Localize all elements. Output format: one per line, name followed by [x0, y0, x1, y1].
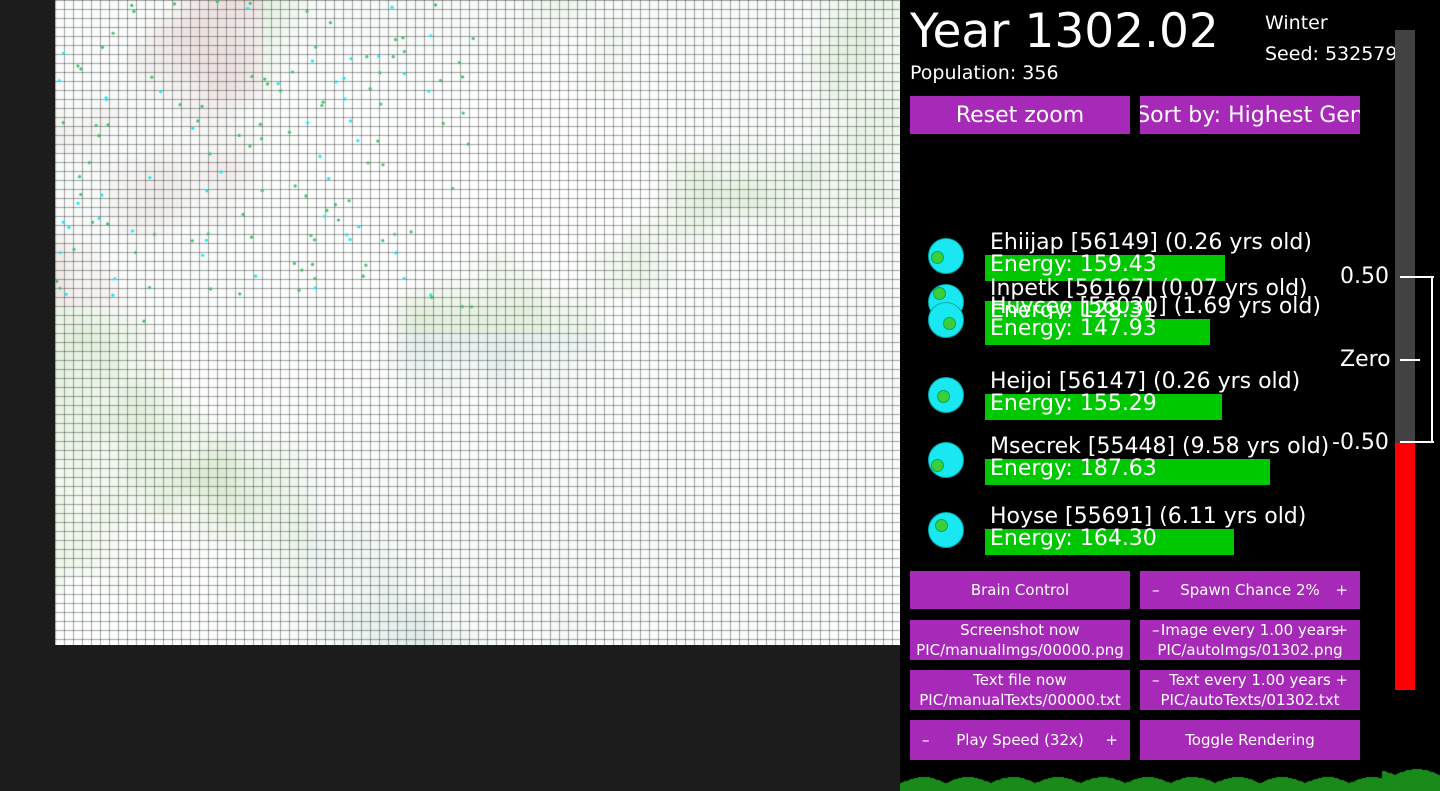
- gauge-zero-tick: [1400, 359, 1420, 361]
- world-map[interactable]: [55, 0, 900, 645]
- spawn-chance-control[interactable]: – Spawn Chance 2% +: [1140, 571, 1360, 609]
- image-interval-control[interactable]: – Image every 1.00 years + PIC/autoImgs/…: [1140, 620, 1360, 660]
- creature-mouth-dot: [931, 251, 944, 264]
- creature-mouth-dot: [935, 519, 948, 532]
- gauge-fill: [1395, 443, 1415, 690]
- screenshot-path-label: PIC/manualImgs/00000.png: [916, 641, 1124, 659]
- play-speed-label: Play Speed (32x): [956, 731, 1084, 749]
- sort-by-label: Sort by: Highest Gen: [1140, 102, 1360, 128]
- seed-label: Seed: 532579: [1265, 43, 1398, 65]
- creature-mouth-dot: [943, 317, 956, 330]
- side-panel: Year 1302.02 Winter Seed: 532579 Populat…: [900, 0, 1440, 791]
- image-interval-row: – Image every 1.00 years +: [1140, 620, 1360, 640]
- image-interval-increase-button[interactable]: +: [1335, 620, 1348, 640]
- text-interval-control[interactable]: – Text every 1.00 years + PIC/autoTexts/…: [1140, 670, 1360, 710]
- text-interval-label: Text every 1.00 years: [1169, 671, 1331, 689]
- creature-energy: Energy: 164.30: [990, 526, 1157, 551]
- play-speed-increase-button[interactable]: +: [1105, 730, 1118, 750]
- play-speed-decrease-button[interactable]: –: [922, 730, 930, 750]
- play-speed-control[interactable]: – Play Speed (32x) +: [910, 720, 1130, 760]
- text-interval-decrease-button[interactable]: –: [1152, 670, 1160, 690]
- creature-avatar[interactable]: [928, 377, 964, 413]
- gauge-bottom-label: -0.50: [1332, 430, 1389, 455]
- season-label: Winter: [1265, 12, 1328, 34]
- gauge-zero-label: Zero: [1340, 347, 1391, 372]
- creature-entry[interactable]: Huyceo [56030] (1.69 yrs old) Energy: 147…: [900, 294, 1370, 354]
- creature-energy: Energy: 187.63: [990, 456, 1157, 481]
- population-label: Population: 356: [910, 62, 1059, 84]
- brain-control-button[interactable]: Brain Control: [910, 571, 1130, 609]
- left-margin: [0, 0, 55, 791]
- creature-avatar[interactable]: [928, 238, 964, 274]
- creature-avatar[interactable]: [928, 512, 964, 548]
- image-path-label: PIC/autoImgs/01302.png: [1157, 641, 1343, 659]
- spawn-chance-increase-button[interactable]: +: [1335, 580, 1348, 600]
- creature-avatar[interactable]: [928, 442, 964, 478]
- text-interval-row: – Text every 1.00 years +: [1140, 670, 1360, 690]
- creature-energy: Energy: 147.93: [990, 316, 1157, 341]
- spawn-chance-label: Spawn Chance 2%: [1180, 581, 1320, 599]
- image-interval-decrease-button[interactable]: –: [1152, 620, 1160, 640]
- creature-entry[interactable]: Heijoi [56147] (0.26 yrs old) Energy: 155…: [900, 369, 1370, 429]
- creature-mouth-dot: [937, 390, 950, 403]
- text-file-now-label: Text file now: [973, 671, 1067, 689]
- screenshot-now-button[interactable]: Screenshot now PIC/manualImgs/00000.png: [910, 620, 1130, 660]
- image-interval-label: Image every 1.00 years: [1160, 621, 1340, 639]
- brain-control-label: Brain Control: [970, 581, 1070, 599]
- text-file-path-label: PIC/manualTexts/00000.txt: [919, 691, 1121, 709]
- gauge-bottom-tick: [1400, 441, 1434, 443]
- creature-energy: Energy: 155.29: [990, 391, 1157, 416]
- creature-avatar[interactable]: [928, 302, 964, 338]
- toggle-rendering-button[interactable]: Toggle Rendering: [1140, 720, 1360, 760]
- screenshot-now-label: Screenshot now: [960, 621, 1080, 639]
- gauge-bracket: [1431, 276, 1433, 443]
- reset-zoom-button[interactable]: Reset zoom: [910, 96, 1130, 134]
- population-graph: [900, 760, 1440, 791]
- sort-by-button[interactable]: Sort by: Highest Gen: [1140, 96, 1360, 134]
- creature-entry[interactable]: Hoyse [55691] (6.11 yrs old) Energy: 164.…: [900, 504, 1370, 564]
- map-empty-area: [55, 645, 900, 791]
- reset-zoom-label: Reset zoom: [955, 102, 1085, 128]
- text-path-label: PIC/autoTexts/01302.txt: [1160, 691, 1340, 709]
- text-file-now-button[interactable]: Text file now PIC/manualTexts/00000.txt: [910, 670, 1130, 710]
- year-label: Year 1302.02: [910, 4, 1219, 59]
- creature-mouth-dot: [931, 459, 944, 472]
- gauge-top-tick: [1400, 276, 1434, 278]
- gauge-top-label: 0.50: [1340, 264, 1389, 289]
- toggle-rendering-label: Toggle Rendering: [1185, 731, 1315, 749]
- spawn-chance-decrease-button[interactable]: –: [1152, 580, 1160, 600]
- creature-entry[interactable]: Msecrek [55448] (9.58 yrs old) Energy: 18…: [900, 434, 1370, 494]
- text-interval-increase-button[interactable]: +: [1335, 670, 1348, 690]
- creature-energy: Energy: 159.43: [990, 252, 1157, 277]
